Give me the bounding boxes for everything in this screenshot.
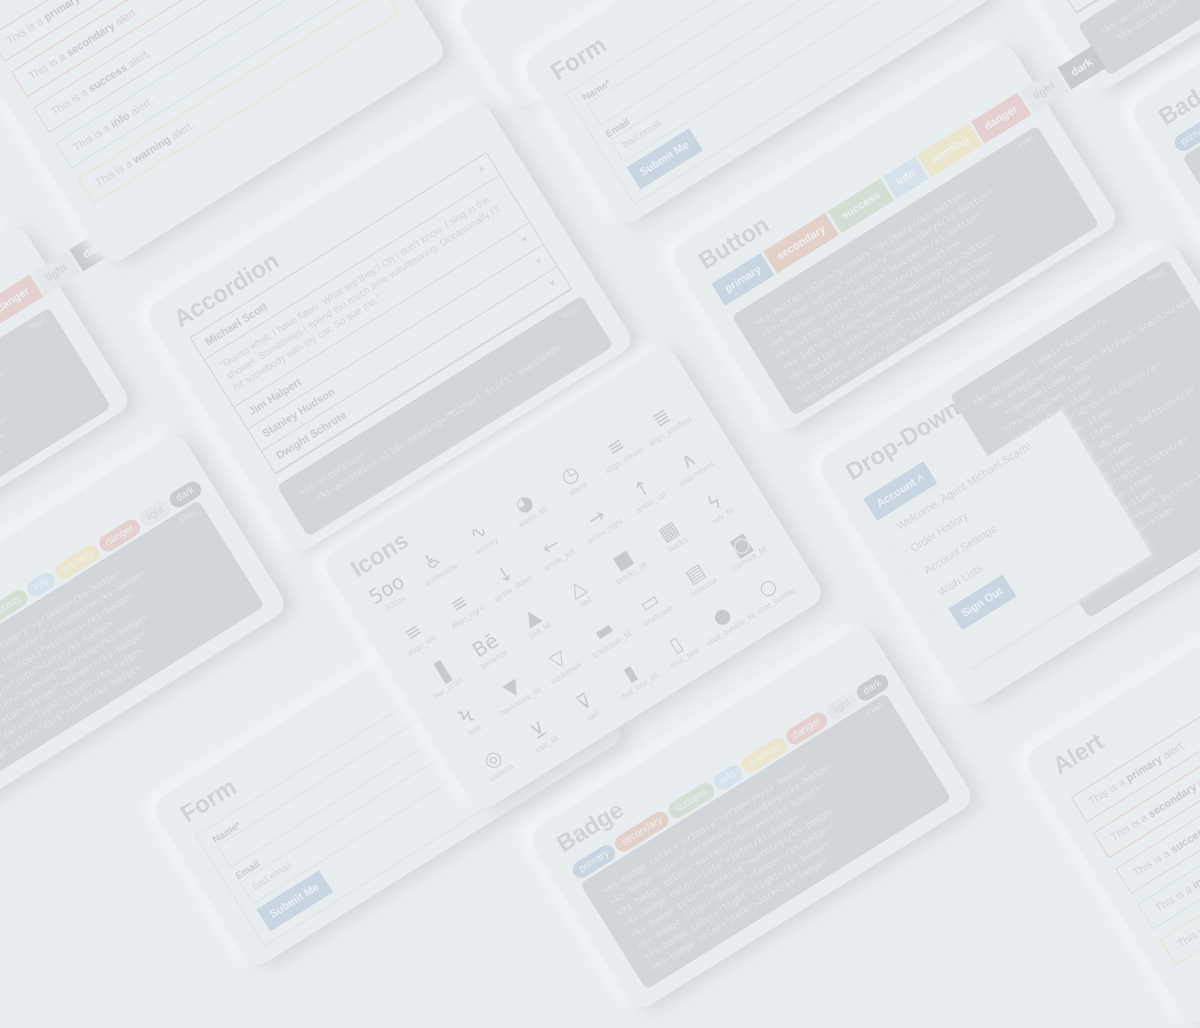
code-snippet: html<ks-badge color="primary">primary</k…: [0, 499, 265, 797]
button-light[interactable]: light: [1020, 69, 1069, 114]
alert-text: This is a: [4, 13, 49, 48]
alert-text: This is a: [1175, 919, 1200, 951]
alert-type: secondary: [64, 20, 118, 60]
alert-text: alert.: [110, 5, 141, 31]
alert-type: secondary: [1146, 781, 1200, 821]
alert-text: This is a: [71, 120, 116, 155]
button-light[interactable]: light: [32, 251, 81, 296]
chevron-down-icon[interactable]: ˅: [547, 277, 557, 288]
alert-text: alert.: [166, 119, 197, 145]
code-lines: <ks-badge color="primary">primary</ks-ba…: [0, 500, 265, 797]
chevron-down-icon[interactable]: ˅: [534, 255, 544, 266]
alert-type: warning: [130, 133, 174, 167]
alert-text: This is a: [26, 49, 71, 83]
alert-text: This is a: [93, 156, 138, 190]
alert-type: success: [1168, 822, 1200, 857]
chevron-up-icon[interactable]: ˄: [476, 164, 486, 175]
alert-text: This is a: [1153, 881, 1198, 916]
card-title: Alert: [1048, 728, 1109, 781]
chevron-down-icon[interactable]: ˅: [520, 233, 530, 244]
alert-type: primary: [1123, 753, 1165, 785]
alert-text: alert.: [125, 95, 156, 121]
alert-text: This is a: [1086, 774, 1131, 809]
alert-type: primary: [41, 0, 83, 24]
alert-text: alert.: [1158, 738, 1188, 764]
alert-text: This is a: [49, 84, 93, 119]
alert-text: alert.: [123, 47, 153, 73]
alert-text: This is a: [1108, 810, 1153, 844]
alert-text: This is a: [1131, 845, 1175, 880]
alert-type: success: [86, 61, 130, 96]
